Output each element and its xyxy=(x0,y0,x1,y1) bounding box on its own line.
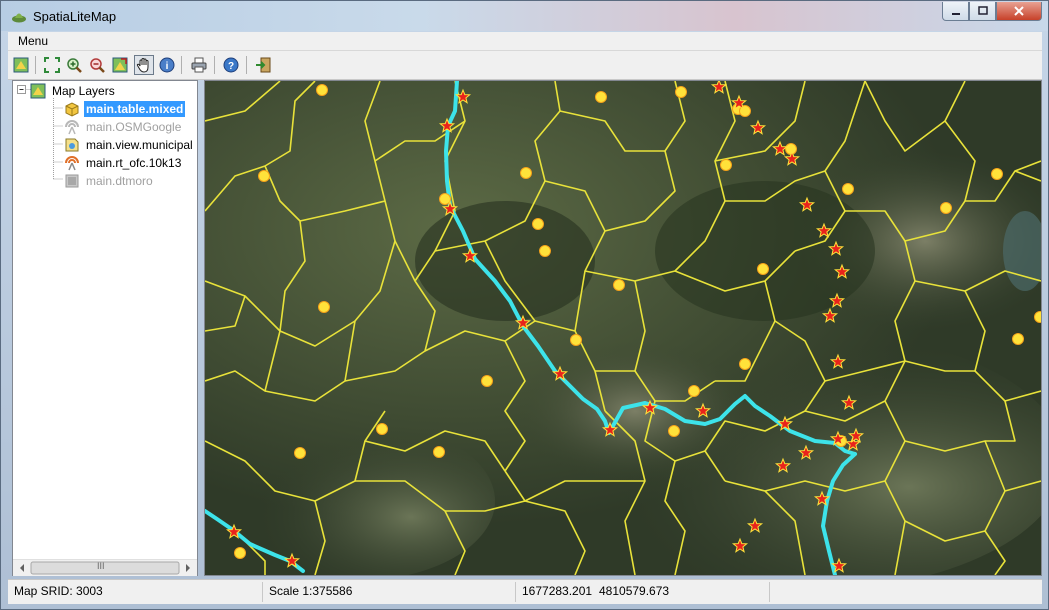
menu-bar: Menu xyxy=(8,32,1042,51)
point-feature xyxy=(739,358,751,370)
point-feature xyxy=(757,263,769,275)
point-feature xyxy=(439,193,451,205)
point-feature xyxy=(1034,311,1041,323)
minimize-button[interactable] xyxy=(942,2,969,21)
point-feature xyxy=(720,159,732,171)
tree-item-dtmoro[interactable]: main.dtmoro xyxy=(64,172,155,189)
minimize-icon xyxy=(951,13,960,15)
raster-icon xyxy=(65,174,79,187)
identify-button[interactable]: i xyxy=(157,55,177,75)
tree-item-rt-ofc[interactable]: main.rt_ofc.10k13 xyxy=(64,154,183,171)
close-button[interactable] xyxy=(996,2,1042,21)
point-feature xyxy=(613,279,625,291)
status-coord-x: 1677283.201 xyxy=(522,584,593,598)
scroll-thumb-grip: III xyxy=(97,561,105,571)
layer-properties-button[interactable] xyxy=(11,55,31,75)
print-icon xyxy=(191,57,207,73)
tree-root-label: Map Layers xyxy=(52,83,115,98)
tree-root[interactable]: Map Layers xyxy=(30,82,117,99)
point-feature xyxy=(520,167,532,179)
title-bar[interactable]: SpatiaLiteMap xyxy=(1,1,1048,31)
zoom-in-button[interactable] xyxy=(64,55,84,75)
point-feature xyxy=(842,183,854,195)
zoom-full-icon xyxy=(44,57,60,73)
point-feature xyxy=(1012,333,1024,345)
help-icon: ? xyxy=(223,57,239,73)
tree-horizontal-scrollbar[interactable]: III xyxy=(13,559,197,576)
zoom-out-button[interactable] xyxy=(87,55,107,75)
layer-tree[interactable]: Map Layers main.table.mixed main.OSMGoog… xyxy=(12,80,198,576)
point-feature xyxy=(991,168,1003,180)
zoom-out-icon xyxy=(90,58,105,73)
exit-icon xyxy=(256,57,271,73)
tree-item-osmgoogle[interactable]: main.OSMGoogle xyxy=(64,118,183,135)
point-feature xyxy=(688,385,700,397)
tree-item-label: main.view.municipal xyxy=(86,137,193,152)
point-feature xyxy=(316,84,328,96)
print-button[interactable] xyxy=(189,55,209,75)
status-srid: Map SRID: 3003 xyxy=(14,584,103,598)
wms-icon xyxy=(65,119,79,134)
tree-item-label: main.OSMGoogle xyxy=(86,119,182,134)
table-icon xyxy=(65,101,79,117)
point-feature xyxy=(376,423,388,435)
point-feature xyxy=(675,86,687,98)
maximize-icon xyxy=(977,6,988,15)
identify-icon: i xyxy=(159,57,175,73)
point-feature xyxy=(570,334,582,346)
map-canvas[interactable] xyxy=(204,80,1042,576)
toolbar: i ? xyxy=(8,51,1042,80)
point-feature xyxy=(595,91,607,103)
point-feature xyxy=(258,170,270,182)
map-layers-render xyxy=(205,81,1041,575)
point-feature xyxy=(940,202,952,214)
status-coord-y: 4810579.673 xyxy=(599,584,670,598)
point-feature xyxy=(532,218,544,230)
tree-item-label: main.table.mixed xyxy=(84,100,186,117)
tree-item-label: main.rt_ofc.10k13 xyxy=(86,155,182,170)
layer-extent-button[interactable] xyxy=(110,55,130,75)
zoom-in-icon xyxy=(67,58,82,73)
map-layers-icon xyxy=(30,83,46,98)
point-feature xyxy=(318,301,330,313)
point-feature xyxy=(294,447,306,459)
wms-icon xyxy=(65,155,79,170)
point-feature xyxy=(785,143,797,155)
exit-button[interactable] xyxy=(253,55,273,75)
window-title: SpatiaLiteMap xyxy=(33,9,117,24)
point-feature xyxy=(668,425,680,437)
close-icon xyxy=(1014,6,1024,16)
point-feature xyxy=(539,245,551,257)
menu-main[interactable]: Menu xyxy=(18,34,48,48)
scrollbar-parts xyxy=(20,561,190,575)
help-button[interactable]: ? xyxy=(221,55,241,75)
zoom-full-button[interactable] xyxy=(42,55,62,75)
tree-item-table-mixed[interactable]: main.table.mixed xyxy=(64,100,186,117)
status-scale: Scale 1:375586 xyxy=(269,584,353,598)
point-feature xyxy=(481,375,493,387)
point-feature xyxy=(234,547,246,559)
app-window: SpatiaLiteMap Menu i ? Map Layers main.t… xyxy=(0,0,1049,610)
status-bar: Map SRID: 3003 Scale 1:375586 1677283.20… xyxy=(8,579,1042,604)
pan-button[interactable] xyxy=(134,55,154,75)
svg-text:i: i xyxy=(166,61,169,72)
tree-item-label: main.dtmoro xyxy=(86,173,153,188)
maximize-button[interactable] xyxy=(969,2,996,21)
app-logo-icon xyxy=(12,13,26,23)
svg-text:?: ? xyxy=(228,61,234,72)
pan-hand-icon xyxy=(136,57,149,73)
point-feature xyxy=(433,446,445,458)
tree-item-view-municipal[interactable]: main.view.municipal xyxy=(64,136,195,153)
layer-properties-icon xyxy=(13,57,29,73)
view-icon xyxy=(65,138,79,151)
layer-extent-icon xyxy=(112,57,128,73)
